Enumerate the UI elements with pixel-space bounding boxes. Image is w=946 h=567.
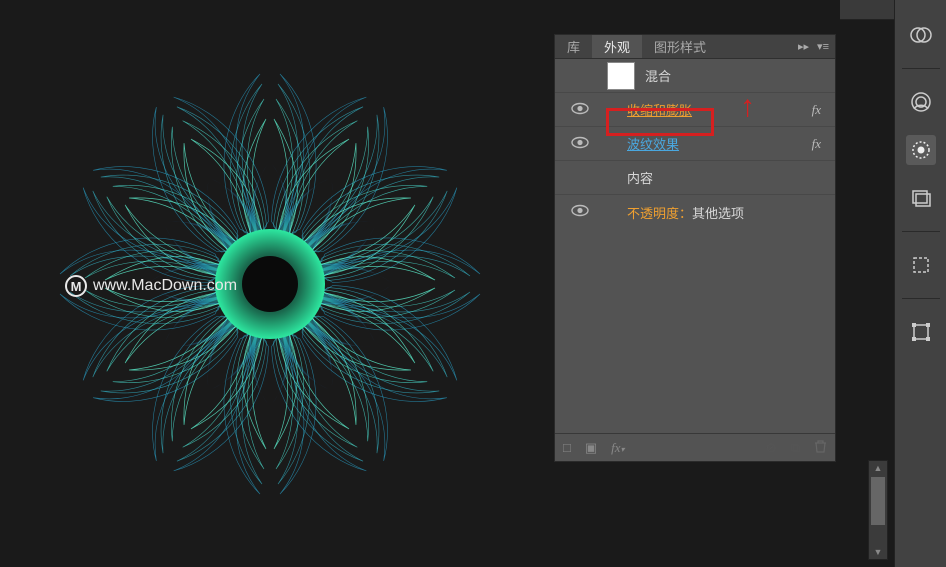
visibility-eye-icon[interactable]: [571, 204, 589, 220]
artboard-icon[interactable]: [906, 250, 936, 280]
panel-tabs: 库 外观 图形样式 ▸▸ ▾≡: [555, 35, 835, 59]
row-effect-zigzag[interactable]: 波纹效果 fx: [555, 127, 835, 161]
row-effect-pucker-bloat[interactable]: 收缩和膨胀 fx: [555, 93, 835, 127]
add-fx-icon[interactable]: fx▾: [611, 440, 624, 456]
right-dock: [894, 0, 946, 567]
visibility-eye-icon[interactable]: [571, 136, 589, 152]
scroll-down-icon[interactable]: ▼: [869, 545, 887, 559]
blend-label: 混合: [645, 66, 827, 85]
fill-swatch[interactable]: [607, 62, 635, 90]
transform-icon[interactable]: [906, 317, 936, 347]
duplicate-icon[interactable]: ⧉: [791, 440, 800, 456]
opacity-prefix: 不透明度：: [627, 206, 692, 221]
appearance-panel: 库 外观 图形样式 ▸▸ ▾≡ 混合 收缩和膨胀 fx: [554, 34, 836, 462]
watermark-logo-icon: M: [65, 275, 87, 297]
panel-body: 混合 收缩和膨胀 fx 波纹效果 fx 内容: [555, 59, 835, 461]
fill-icon[interactable]: ▣: [585, 440, 597, 456]
tab-libraries[interactable]: 库: [555, 35, 592, 58]
watermark-text: www.MacDown.com: [93, 277, 237, 295]
effect-pucker-bloat-label[interactable]: 收缩和膨胀: [607, 100, 802, 119]
cc-libraries-icon[interactable]: [906, 87, 936, 117]
vertical-scrollbar[interactable]: ▲ ▼: [868, 460, 888, 560]
blend-icon[interactable]: [906, 20, 936, 50]
clear-appearance-icon[interactable]: ⊘: [766, 440, 777, 456]
row-blend[interactable]: 混合: [555, 59, 835, 93]
opacity-suffix: 其他选项: [692, 206, 744, 221]
scroll-thumb[interactable]: [871, 477, 885, 525]
tab-appearance[interactable]: 外观: [592, 35, 642, 58]
scroll-up-icon[interactable]: ▲: [869, 461, 887, 475]
content-label: 内容: [607, 168, 827, 187]
annotation-arrow-icon: ↑: [740, 92, 755, 122]
panel-bottom-bar: □ ▣ fx▾ ⊘ ⧉: [555, 433, 835, 461]
watermark: M www.MacDown.com: [65, 275, 237, 297]
collapse-icon[interactable]: ▸▸: [798, 40, 809, 53]
visibility-eye-icon[interactable]: [571, 102, 589, 118]
tab-graphic-styles[interactable]: 图形样式: [642, 35, 718, 58]
row-opacity[interactable]: 不透明度：其他选项: [555, 195, 835, 229]
fx-icon[interactable]: fx: [812, 136, 821, 152]
panel-menu-icon[interactable]: ▾≡: [817, 40, 829, 53]
appearance-icon[interactable]: [906, 135, 936, 165]
row-content[interactable]: 内容: [555, 161, 835, 195]
graphic-styles-icon[interactable]: [906, 183, 936, 213]
effect-zigzag-label[interactable]: 波纹效果: [607, 134, 802, 153]
trash-icon[interactable]: [814, 439, 827, 456]
no-stroke-icon[interactable]: □: [563, 440, 571, 455]
fx-icon[interactable]: fx: [812, 102, 821, 118]
